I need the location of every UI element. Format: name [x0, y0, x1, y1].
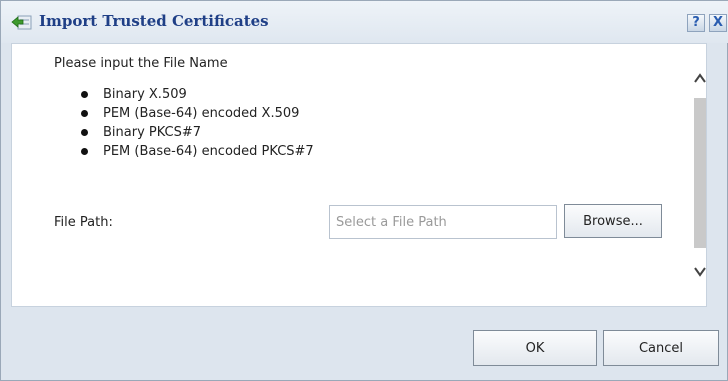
dialog-title: Import Trusted Certificates — [39, 12, 269, 30]
import-certificates-dialog: Import Trusted Certificates ? X Please i… — [0, 0, 728, 381]
format-list: Binary X.509 PEM (Base-64) encoded X.509… — [81, 85, 314, 161]
vertical-scrollbar[interactable] — [694, 44, 706, 306]
help-button[interactable]: ? — [687, 14, 705, 32]
file-path-label: File Path: — [54, 215, 113, 230]
scroll-up-icon[interactable] — [694, 70, 706, 84]
browse-button[interactable]: Browse... — [564, 204, 662, 238]
format-item: PEM (Base-64) encoded X.509 — [81, 104, 314, 123]
dialog-content — [11, 43, 707, 307]
ok-button[interactable]: OK — [473, 330, 597, 366]
scroll-down-icon[interactable] — [694, 264, 706, 278]
scrollbar-thumb[interactable] — [694, 98, 706, 248]
file-path-input[interactable] — [329, 205, 557, 239]
format-item: PEM (Base-64) encoded PKCS#7 — [81, 142, 314, 161]
close-button[interactable]: X — [709, 14, 727, 32]
format-item: Binary PKCS#7 — [81, 123, 314, 142]
file-name-prompt: Please input the File Name — [54, 56, 228, 71]
format-item: Binary X.509 — [81, 85, 314, 104]
import-certificate-icon — [11, 13, 33, 31]
dialog-titlebar[interactable]: Import Trusted Certificates ? X — [1, 1, 728, 43]
cancel-button[interactable]: Cancel — [603, 330, 719, 366]
